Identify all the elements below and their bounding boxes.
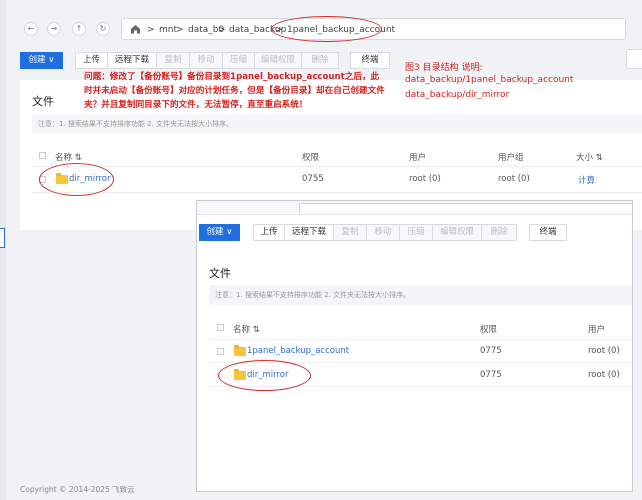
overlay-user-cell: root (0) xyxy=(588,346,620,356)
create-button[interactable]: 创建 ∨ xyxy=(20,52,63,69)
footer-copyright: Copyright © 2014-2025 飞致云 xyxy=(20,485,135,494)
overlay-edit-permission-button[interactable]: 编辑权限 xyxy=(432,224,482,241)
sort-icon: ⇅ xyxy=(595,153,603,163)
refresh-icon[interactable]: ↻ xyxy=(96,22,110,36)
path-separator: > xyxy=(147,25,155,35)
highlight-ellipse-overlay-dir-mirror xyxy=(218,360,311,391)
overlay-user-cell: root (0) xyxy=(588,370,620,380)
back-icon[interactable]: ← xyxy=(24,22,38,36)
compress-button[interactable]: 压缩 xyxy=(222,52,255,69)
search-note: 注意：1. 搜索结果不支持排序功能 2. 文件夹无法按大小排序。 xyxy=(32,114,642,134)
overlay-page-title: 文件 xyxy=(209,267,231,280)
column-header-user: 用户 xyxy=(409,153,427,163)
page-title: 文件 xyxy=(32,95,54,108)
path-segment-mnt[interactable]: mnt xyxy=(159,25,177,35)
annotation-structure-line-2: data_backup/dir_mirror xyxy=(405,90,510,100)
overlay-move-button[interactable]: 移动 xyxy=(366,224,400,241)
right-edge-clipped-button[interactable] xyxy=(626,49,642,69)
overlay-create-button[interactable]: 创建 ∨ xyxy=(199,224,240,241)
terminal-button[interactable]: 终端 xyxy=(350,52,390,69)
overlay-permission-cell[interactable]: 0775 xyxy=(480,370,502,380)
overlay-column-header-name[interactable]: 名称 ⇅ xyxy=(233,323,260,335)
path-separator: > xyxy=(176,25,184,35)
sort-icon: ⇅ xyxy=(252,325,260,335)
overlay-compress-button[interactable]: 压缩 xyxy=(399,224,433,241)
move-button[interactable]: 移动 xyxy=(189,52,223,69)
chevron-down-icon: ∨ xyxy=(48,55,55,65)
annotation-structure-line-1: data_backup/1panel_backup_account xyxy=(405,75,574,85)
overlay-copy-button[interactable]: 复制 xyxy=(333,224,367,241)
remote-download-button[interactable]: 远程下载 xyxy=(107,52,157,69)
overlay-select-all-checkbox[interactable] xyxy=(217,324,224,331)
overlay-column-header-user: 用户 xyxy=(588,325,606,335)
chevron-down-icon: ∨ xyxy=(226,227,233,237)
overlay-file-name-link[interactable]: 1panel_backup_account xyxy=(247,346,349,356)
overlay-remote-download-button[interactable]: 远程下载 xyxy=(284,224,334,241)
folder-icon xyxy=(234,345,246,356)
highlight-ellipse-dir-mirror xyxy=(39,163,114,196)
overlay-upload-button[interactable]: 上传 xyxy=(253,224,285,241)
column-header-name[interactable]: 名称 ⇅ xyxy=(55,151,82,163)
delete-button[interactable]: 删除 xyxy=(301,52,339,69)
group-cell: root (0) xyxy=(498,174,530,184)
column-header-group: 用户组 xyxy=(498,153,524,163)
overlay-row-checkbox[interactable] xyxy=(217,348,224,355)
overlay-column-header-permission: 权限 xyxy=(480,325,498,335)
highlight-ellipse-path xyxy=(271,16,382,42)
upload-button[interactable]: 上传 xyxy=(75,52,108,69)
overlay-path-bar-fragment xyxy=(299,203,632,212)
edit-permission-button[interactable]: 编辑权限 xyxy=(254,52,302,69)
permission-cell[interactable]: 0755 xyxy=(302,174,324,184)
forward-icon[interactable]: → xyxy=(47,22,61,36)
overlay-screenshot-panel: 创建 ∨ 上传 远程下载 复制 移动 压缩 编辑权限 删除 终端 文件 注意：1… xyxy=(196,200,633,492)
column-header-size[interactable]: 大小 ⇅ xyxy=(576,151,603,163)
up-icon[interactable]: ↑ xyxy=(72,22,86,36)
copy-button[interactable]: 复制 xyxy=(156,52,190,69)
column-header-permission: 权限 xyxy=(302,153,320,163)
overlay-permission-cell[interactable]: 0775 xyxy=(480,346,502,356)
select-all-checkbox[interactable] xyxy=(39,152,46,159)
overlay-search-note: 注意：1. 搜索结果不支持排序功能 2. 文件夹无法按大小排序。 xyxy=(209,285,632,305)
left-edge-strip xyxy=(0,0,6,500)
home-icon[interactable] xyxy=(130,24,141,34)
annotation-problem-text: 问题：修改了【备份账号】备份目录到1panel_backup_account之后… xyxy=(84,72,385,110)
calculate-size-link[interactable]: 计算 xyxy=(578,174,595,186)
overlay-delete-button[interactable]: 删除 xyxy=(481,224,517,241)
annotation-caption: 图3 目录结构 说明: xyxy=(405,63,483,73)
user-cell: root (0) xyxy=(409,174,441,184)
overlay-terminal-button[interactable]: 终端 xyxy=(529,224,567,241)
path-separator: > xyxy=(218,25,226,35)
left-edge-tab[interactable] xyxy=(0,228,5,248)
sort-icon: ⇅ xyxy=(74,153,82,163)
